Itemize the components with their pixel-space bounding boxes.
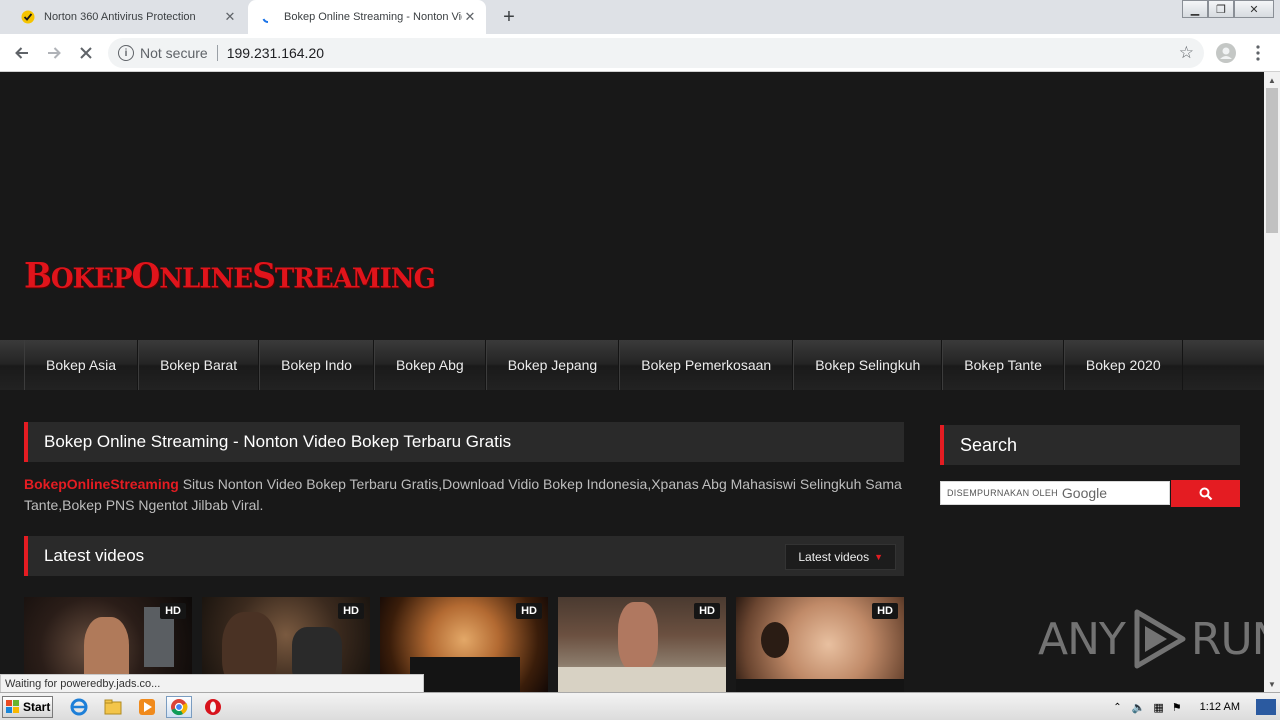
thumbnail-detail — [761, 622, 789, 658]
nav-item-indo[interactable]: Bokep Indo — [259, 340, 374, 390]
logo-word: OKEP — [50, 263, 133, 295]
hd-badge: HD — [338, 603, 364, 619]
tab-close-icon[interactable]: ✕ — [222, 9, 238, 25]
video-thumbnail[interactable]: HD — [558, 597, 726, 692]
show-hidden-icons-icon[interactable]: ⌃ — [1113, 702, 1121, 713]
show-desktop-icon[interactable] — [1256, 699, 1276, 715]
sidebar-search-heading: Search — [940, 425, 1240, 465]
nav-item-barat[interactable]: Bokep Barat — [138, 340, 260, 390]
norton-favicon-icon — [20, 9, 36, 25]
thumbnail-detail — [410, 657, 520, 692]
nav-item-pemerkosaan[interactable]: Bokep Pemerkosaan — [619, 340, 794, 390]
thumbnail-detail — [736, 679, 904, 692]
latest-videos-heading: Latest videos — [44, 546, 145, 565]
status-bubble: Waiting for poweredby.jads.co... — [0, 674, 424, 692]
hd-badge: HD — [694, 603, 720, 619]
hd-badge: HD — [160, 603, 186, 619]
browser-toolbar: i Not secure 199.231.164.20 ☆ — [0, 34, 1280, 72]
logo-word: TREAMING — [274, 263, 436, 295]
star-icon[interactable]: ☆ — [1179, 43, 1194, 63]
tab-strip: Norton 360 Antivirus Protection ✕ Bokep … — [0, 0, 1280, 34]
sort-label: Latest videos — [798, 550, 870, 564]
volume-icon[interactable]: 🔈 — [1132, 701, 1146, 714]
media-player-icon[interactable] — [134, 696, 160, 718]
page-viewport: BOKEPONLINESTREAMING Bokep Asia Bokep Ba… — [0, 72, 1264, 692]
logo-letter: S — [252, 255, 276, 296]
file-explorer-icon[interactable] — [100, 696, 126, 718]
search-icon — [1199, 487, 1212, 500]
site-header: BOKEPONLINESTREAMING — [0, 72, 1264, 340]
tab-norton[interactable]: Norton 360 Antivirus Protection ✕ — [8, 0, 246, 34]
thumbnail-detail — [558, 667, 726, 692]
watermark-text-right: RUN — [1190, 613, 1264, 665]
page-title: Bokep Online Streaming - Nonton Video Bo… — [24, 422, 904, 462]
nav-item-tante[interactable]: Bokep Tante — [942, 340, 1064, 390]
forward-arrow-icon[interactable] — [42, 41, 66, 65]
tab-close-icon[interactable]: ✕ — [462, 9, 478, 25]
restore-icon[interactable]: ❐ — [1208, 0, 1234, 18]
system-tray: ⌃ 🔈 ▦ ⚑ 1:12 AM — [1113, 693, 1280, 720]
separator — [216, 45, 218, 61]
start-label: Start — [23, 700, 51, 714]
info-icon[interactable]: i — [118, 45, 134, 61]
scroll-down-arrow-icon[interactable]: ▼ — [1264, 676, 1280, 692]
stop-loading-icon[interactable] — [74, 41, 98, 65]
clock[interactable]: 1:12 AM — [1200, 701, 1240, 713]
description-brand-link[interactable]: BokepOnlineStreaming — [24, 476, 179, 492]
opera-icon[interactable] — [200, 696, 226, 718]
latest-videos-header: Latest videos Latest videos ▼ — [24, 536, 904, 576]
security-label: Not secure — [140, 45, 208, 61]
window-controls: ▁ ❐ ✕ — [1182, 0, 1274, 18]
logo-word: NLINE — [159, 263, 253, 295]
anyrun-watermark: ANY RUN — [1038, 608, 1264, 670]
windows-taskbar: Start ⌃ 🔈 ▦ ⚑ 1:12 AM — [0, 692, 1280, 720]
site-logo[interactable]: BOKEPONLINESTREAMING — [24, 255, 436, 296]
main-navigation: Bokep Asia Bokep Barat Bokep Indo Bokep … — [0, 340, 1264, 390]
scroll-up-arrow-icon[interactable]: ▲ — [1264, 72, 1280, 88]
nav-item-selingkuh[interactable]: Bokep Selingkuh — [793, 340, 943, 390]
scroll-thumb[interactable] — [1266, 88, 1278, 233]
caret-down-icon: ▼ — [874, 552, 883, 562]
google-search-input[interactable]: DISEMPURNAKAN OLEH Google — [940, 481, 1170, 505]
action-center-flag-icon[interactable]: ⚑ — [1172, 701, 1182, 714]
site-description: BokepOnlineStreaming Situs Nonton Video … — [24, 474, 904, 516]
profile-avatar-icon[interactable] — [1214, 41, 1238, 65]
powered-by-label: DISEMPURNAKAN OLEH — [947, 488, 1058, 498]
new-tab-button[interactable]: + — [498, 6, 520, 28]
tab-title: Bokep Online Streaming - Nonton Vid — [284, 11, 462, 23]
logo-letter: O — [131, 255, 161, 296]
logo-letter: B — [24, 255, 52, 296]
watermark-text-left: ANY — [1038, 613, 1126, 665]
chrome-taskbar-icon[interactable] — [166, 696, 192, 718]
network-icon[interactable]: ▦ — [1153, 701, 1163, 714]
address-bar[interactable]: i Not secure 199.231.164.20 ☆ — [108, 38, 1204, 68]
nav-item-asia[interactable]: Bokep Asia — [24, 340, 139, 390]
close-window-icon[interactable]: ✕ — [1234, 0, 1274, 18]
nav-item-jepang[interactable]: Bokep Jepang — [485, 340, 620, 390]
sort-dropdown[interactable]: Latest videos ▼ — [785, 544, 896, 570]
hd-badge: HD — [516, 603, 542, 619]
tab-bokep[interactable]: Bokep Online Streaming - Nonton Vid ✕ — [248, 0, 486, 34]
windows-logo-icon — [6, 700, 19, 713]
google-wordmark: Google — [1061, 485, 1108, 501]
hd-badge: HD — [872, 603, 898, 619]
minimize-icon[interactable]: ▁ — [1182, 0, 1208, 18]
tab-title: Norton 360 Antivirus Protection — [44, 11, 196, 23]
thumbnail-detail — [618, 602, 658, 672]
start-button[interactable]: Start — [2, 696, 53, 718]
video-thumbnail[interactable]: HD — [736, 597, 904, 692]
loading-spinner-icon — [260, 9, 276, 25]
play-triangle-icon — [1134, 609, 1186, 669]
back-arrow-icon[interactable] — [10, 41, 34, 65]
nav-item-abg[interactable]: Bokep Abg — [373, 340, 486, 390]
google-search-button[interactable] — [1171, 480, 1240, 507]
page-scrollbar[interactable]: ▲ ▼ — [1264, 72, 1280, 692]
url-text: 199.231.164.20 — [226, 45, 325, 61]
nav-item-2020[interactable]: Bokep 2020 — [1063, 340, 1183, 390]
internet-explorer-icon[interactable] — [66, 696, 92, 718]
kebab-menu-icon[interactable] — [1246, 41, 1270, 65]
